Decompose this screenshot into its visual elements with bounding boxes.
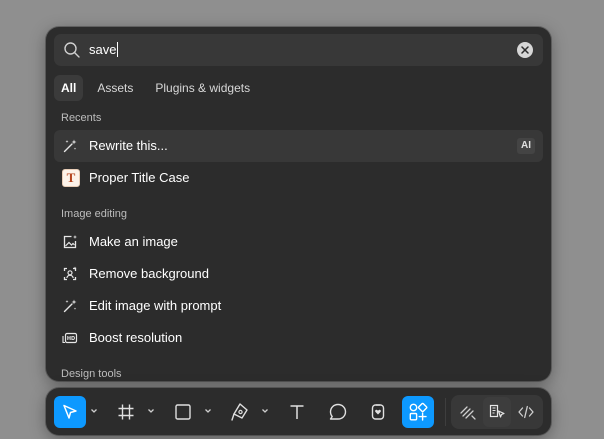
hd-icon: HD xyxy=(62,332,78,344)
text-tool-button[interactable] xyxy=(281,396,313,428)
text-icon xyxy=(290,405,304,419)
search-bar[interactable]: save xyxy=(54,34,543,66)
list-item-label: Proper Title Case xyxy=(89,170,190,185)
design-mode-button[interactable] xyxy=(483,397,511,427)
section-recents: Recents xyxy=(61,112,102,124)
clear-search-button[interactable] xyxy=(517,42,533,58)
chevron-down-icon[interactable] xyxy=(89,406,99,416)
list-item-label: Remove background xyxy=(89,266,209,281)
remove-background-icon xyxy=(63,266,77,281)
design-icon xyxy=(489,404,505,418)
list-item-rewrite-this[interactable]: Rewrite this... AI xyxy=(54,130,543,162)
draw-mode-button[interactable] xyxy=(454,397,482,427)
search-input[interactable]: save xyxy=(89,42,119,58)
assets-tool-button[interactable] xyxy=(402,396,434,428)
section-design-tools: Design tools xyxy=(61,368,122,380)
pen-tool-button[interactable] xyxy=(224,396,256,428)
chevron-down-icon[interactable] xyxy=(260,406,270,416)
close-icon xyxy=(521,46,529,54)
frame-icon xyxy=(118,404,134,420)
mode-switcher xyxy=(451,395,543,429)
actions-tool-button[interactable] xyxy=(362,396,394,428)
magic-wand-icon xyxy=(63,299,77,313)
list-item-label: Edit image with prompt xyxy=(89,298,222,313)
badge-heart-icon xyxy=(371,404,385,420)
shapes-plus-icon xyxy=(409,402,428,421)
toolbar-divider xyxy=(445,398,446,426)
bottom-toolbar xyxy=(46,388,551,435)
list-item-make-an-image[interactable]: Make an image xyxy=(54,226,543,258)
list-item-label: Boost resolution xyxy=(89,330,183,345)
svg-text:HD: HD xyxy=(67,336,75,342)
code-icon xyxy=(518,405,534,419)
pen-icon xyxy=(231,403,248,421)
list-item-boost-resolution[interactable]: HD Boost resolution xyxy=(54,322,543,354)
chevron-down-icon[interactable] xyxy=(146,406,156,416)
ai-badge: AI xyxy=(517,138,535,154)
list-item-edit-image-with-prompt[interactable]: Edit image with prompt xyxy=(54,290,543,322)
list-item-label: Make an image xyxy=(89,234,178,249)
image-sparkle-icon xyxy=(63,235,77,249)
list-item-remove-background[interactable]: Remove background xyxy=(54,258,543,290)
dev-mode-button[interactable] xyxy=(512,397,540,427)
draw-icon xyxy=(460,406,476,420)
plugin-t-icon: T xyxy=(62,169,80,187)
shape-tool-button[interactable] xyxy=(167,396,199,428)
comment-icon xyxy=(329,403,347,420)
frame-tool-button[interactable] xyxy=(110,396,142,428)
list-item-label: Rewrite this... xyxy=(89,138,168,153)
filter-tabs: All Assets Plugins & widgets xyxy=(54,75,258,101)
chevron-down-icon[interactable] xyxy=(203,406,213,416)
section-image-editing: Image editing xyxy=(61,208,128,220)
tab-all[interactable]: All xyxy=(54,75,84,101)
search-icon xyxy=(64,42,80,58)
comment-tool-button[interactable] xyxy=(322,396,354,428)
tab-assets[interactable]: Assets xyxy=(89,75,141,101)
cursor-icon xyxy=(63,404,77,419)
actions-palette: save All Assets Plugins & widgets Recent… xyxy=(46,27,551,381)
move-tool-button[interactable] xyxy=(54,396,86,428)
list-item-proper-title-case[interactable]: T Proper Title Case xyxy=(54,162,543,194)
tab-plugins-widgets[interactable]: Plugins & widgets xyxy=(147,75,258,101)
rectangle-icon xyxy=(175,404,191,420)
magic-wand-icon xyxy=(63,139,77,153)
